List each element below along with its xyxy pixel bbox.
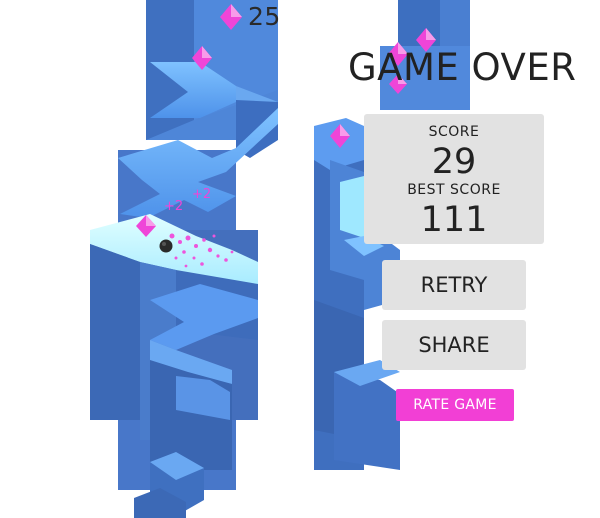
score-panel: SCORE 29 BEST SCORE 111 (364, 114, 544, 244)
rate-game-button[interactable]: RATE GAME (396, 389, 514, 421)
share-button[interactable]: SHARE (382, 320, 526, 370)
score-value: 29 (431, 142, 477, 182)
best-score-label: BEST SCORE (407, 182, 501, 198)
score-popup-1: +2 (164, 199, 183, 214)
score-popup-2: +2 (192, 187, 211, 202)
best-score-value: 111 (420, 200, 488, 240)
retry-button[interactable]: RETRY (382, 260, 526, 310)
ball-shine (162, 242, 166, 246)
score-label: SCORE (428, 124, 480, 140)
gem-count: 25 (248, 2, 281, 31)
game-over-title: GAME OVER (348, 46, 577, 89)
ball (159, 239, 173, 253)
zigzag-path-left (90, 0, 278, 518)
